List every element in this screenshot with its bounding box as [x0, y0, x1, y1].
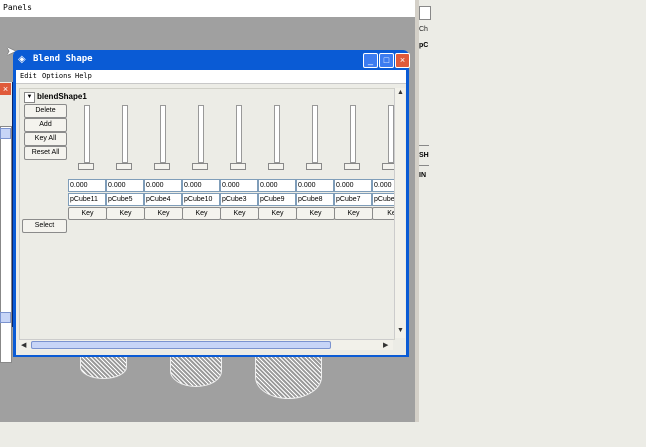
weight-field[interactable]: 0.000 [334, 179, 372, 192]
panels-menu[interactable]: Panels [3, 3, 32, 12]
weight-field[interactable]: 0.000 [296, 179, 334, 192]
key-button[interactable]: Key [220, 207, 259, 220]
mesh-head[interactable] [80, 355, 127, 379]
scroll-right-icon[interactable]: ▶ [383, 341, 388, 349]
target-column: 0.000 pCube4 Key [144, 103, 183, 223]
key-button[interactable]: Key [144, 207, 183, 220]
target-name: pCube3 [220, 193, 258, 206]
blend-shape-editor: ▼ blendShape1 Delete Add Key All Reset A… [19, 88, 395, 340]
weight-field[interactable]: 0.000 [258, 179, 296, 192]
key-button[interactable]: Key [334, 207, 373, 220]
weight-slider-handle[interactable] [116, 163, 132, 170]
target-name: pCube4 [144, 193, 182, 206]
weight-slider-track[interactable] [160, 105, 166, 163]
weight-slider-track[interactable] [350, 105, 356, 163]
window-title: Blend Shape [33, 54, 93, 64]
weight-slider-handle[interactable] [78, 163, 94, 170]
weight-slider-handle[interactable] [192, 163, 208, 170]
selected-object-label: pC [419, 42, 429, 49]
main-menubar: Panels [0, 0, 415, 18]
divider [419, 165, 429, 166]
menu-options[interactable]: Options [42, 72, 72, 80]
blend-shape-window: ◈ Blend Shape _ □ × Edit Options Help ▼ … [13, 50, 410, 357]
scroll-left-icon[interactable]: ◀ [21, 341, 26, 349]
background-window: × [0, 82, 13, 363]
weight-slider-handle[interactable] [154, 163, 170, 170]
window-client: ▼ blendShape1 Delete Add Key All Reset A… [16, 84, 406, 355]
divider [419, 145, 429, 146]
close-icon[interactable]: × [395, 53, 410, 68]
delete-button[interactable]: Delete [24, 104, 67, 118]
key-all-button[interactable]: Key All [24, 132, 67, 146]
maya-icon: ◈ [18, 54, 26, 65]
key-button[interactable]: Key [296, 207, 335, 220]
target-column: 0.000 pCube10 Key [182, 103, 221, 223]
add-button[interactable]: Add [24, 118, 67, 132]
target-name: pCube10 [182, 193, 220, 206]
weight-slider-track[interactable] [122, 105, 128, 163]
scroll-down-icon[interactable]: ▼ [397, 327, 404, 334]
reset-all-button[interactable]: Reset All [24, 146, 67, 160]
weight-slider-track[interactable] [236, 105, 242, 163]
weight-field[interactable]: 0.000 [144, 179, 182, 192]
target-name: pCube [372, 193, 394, 206]
key-button[interactable]: Key [106, 207, 145, 220]
weight-slider-track[interactable] [198, 105, 204, 163]
target-column: 0.000 pCube9 Key [258, 103, 297, 223]
weight-field[interactable]: 0.000 [68, 179, 106, 192]
target-column: 0.000 pCube3 Key [220, 103, 259, 223]
scroll-up-icon[interactable]: ▲ [397, 89, 404, 96]
target-name: pCube9 [258, 193, 296, 206]
scroll-up-icon[interactable] [0, 128, 11, 139]
key-button[interactable]: Key [182, 207, 221, 220]
background-list[interactable] [0, 126, 12, 363]
target-column: 0.000 pCube5 Key [106, 103, 145, 223]
mesh-head[interactable] [255, 355, 322, 399]
menu-help[interactable]: Help [75, 72, 92, 80]
target-name: pCube7 [334, 193, 372, 206]
weight-slider-handle[interactable] [306, 163, 322, 170]
key-button[interactable]: Key [258, 207, 297, 220]
inputs-header: IN [419, 172, 426, 179]
viewport-meshes [75, 355, 355, 400]
target-column: 0.000 pCube Ke [372, 103, 394, 223]
weight-field[interactable]: 0.000 [372, 179, 394, 192]
weight-field[interactable]: 0.000 [220, 179, 258, 192]
vertical-scrollbar[interactable]: ▲ ▼ [394, 88, 405, 338]
weight-field[interactable]: 0.000 [182, 179, 220, 192]
key-button[interactable]: Ke [372, 207, 394, 220]
weight-slider-track[interactable] [274, 105, 280, 163]
scroll-down-icon[interactable] [0, 312, 11, 323]
shapes-header: SH [419, 152, 429, 159]
target-column: 0.000 pCube11 Key [68, 103, 107, 223]
weight-field[interactable]: 0.000 [106, 179, 144, 192]
scrollbar-thumb[interactable] [31, 341, 331, 349]
target-column: 0.000 pCube7 Key [334, 103, 373, 223]
channel-box-panel: Ch pC SH IN [419, 0, 646, 422]
channel-box-header: Ch [419, 26, 428, 33]
collapse-icon[interactable]: ▼ [24, 92, 35, 103]
weight-slider-handle[interactable] [230, 163, 246, 170]
menu-edit[interactable]: Edit [20, 72, 37, 80]
title-bar[interactable]: ◈ Blend Shape _ □ × [16, 50, 410, 70]
target-column: 0.000 pCube8 Key [296, 103, 335, 223]
mesh-head[interactable] [170, 355, 222, 387]
weight-slider-handle[interactable] [268, 163, 284, 170]
window-menubar: Edit Options Help [16, 70, 406, 84]
node-name: blendShape1 [37, 92, 87, 101]
minimize-icon[interactable]: _ [363, 53, 378, 68]
weight-slider-handle[interactable] [344, 163, 360, 170]
target-name: pCube8 [296, 193, 334, 206]
target-name: pCube11 [68, 193, 106, 206]
status-area [0, 422, 646, 447]
select-button[interactable]: Select [22, 219, 67, 233]
maximize-icon[interactable]: □ [379, 53, 394, 68]
horizontal-scrollbar[interactable]: ◀ ▶ [19, 339, 393, 350]
key-button[interactable]: Key [68, 207, 107, 220]
close-icon[interactable]: × [0, 83, 11, 95]
weight-slider-track[interactable] [84, 105, 90, 163]
target-name: pCube5 [106, 193, 144, 206]
channel-box-toggle-icon[interactable] [419, 6, 431, 20]
weight-slider-track[interactable] [312, 105, 318, 163]
